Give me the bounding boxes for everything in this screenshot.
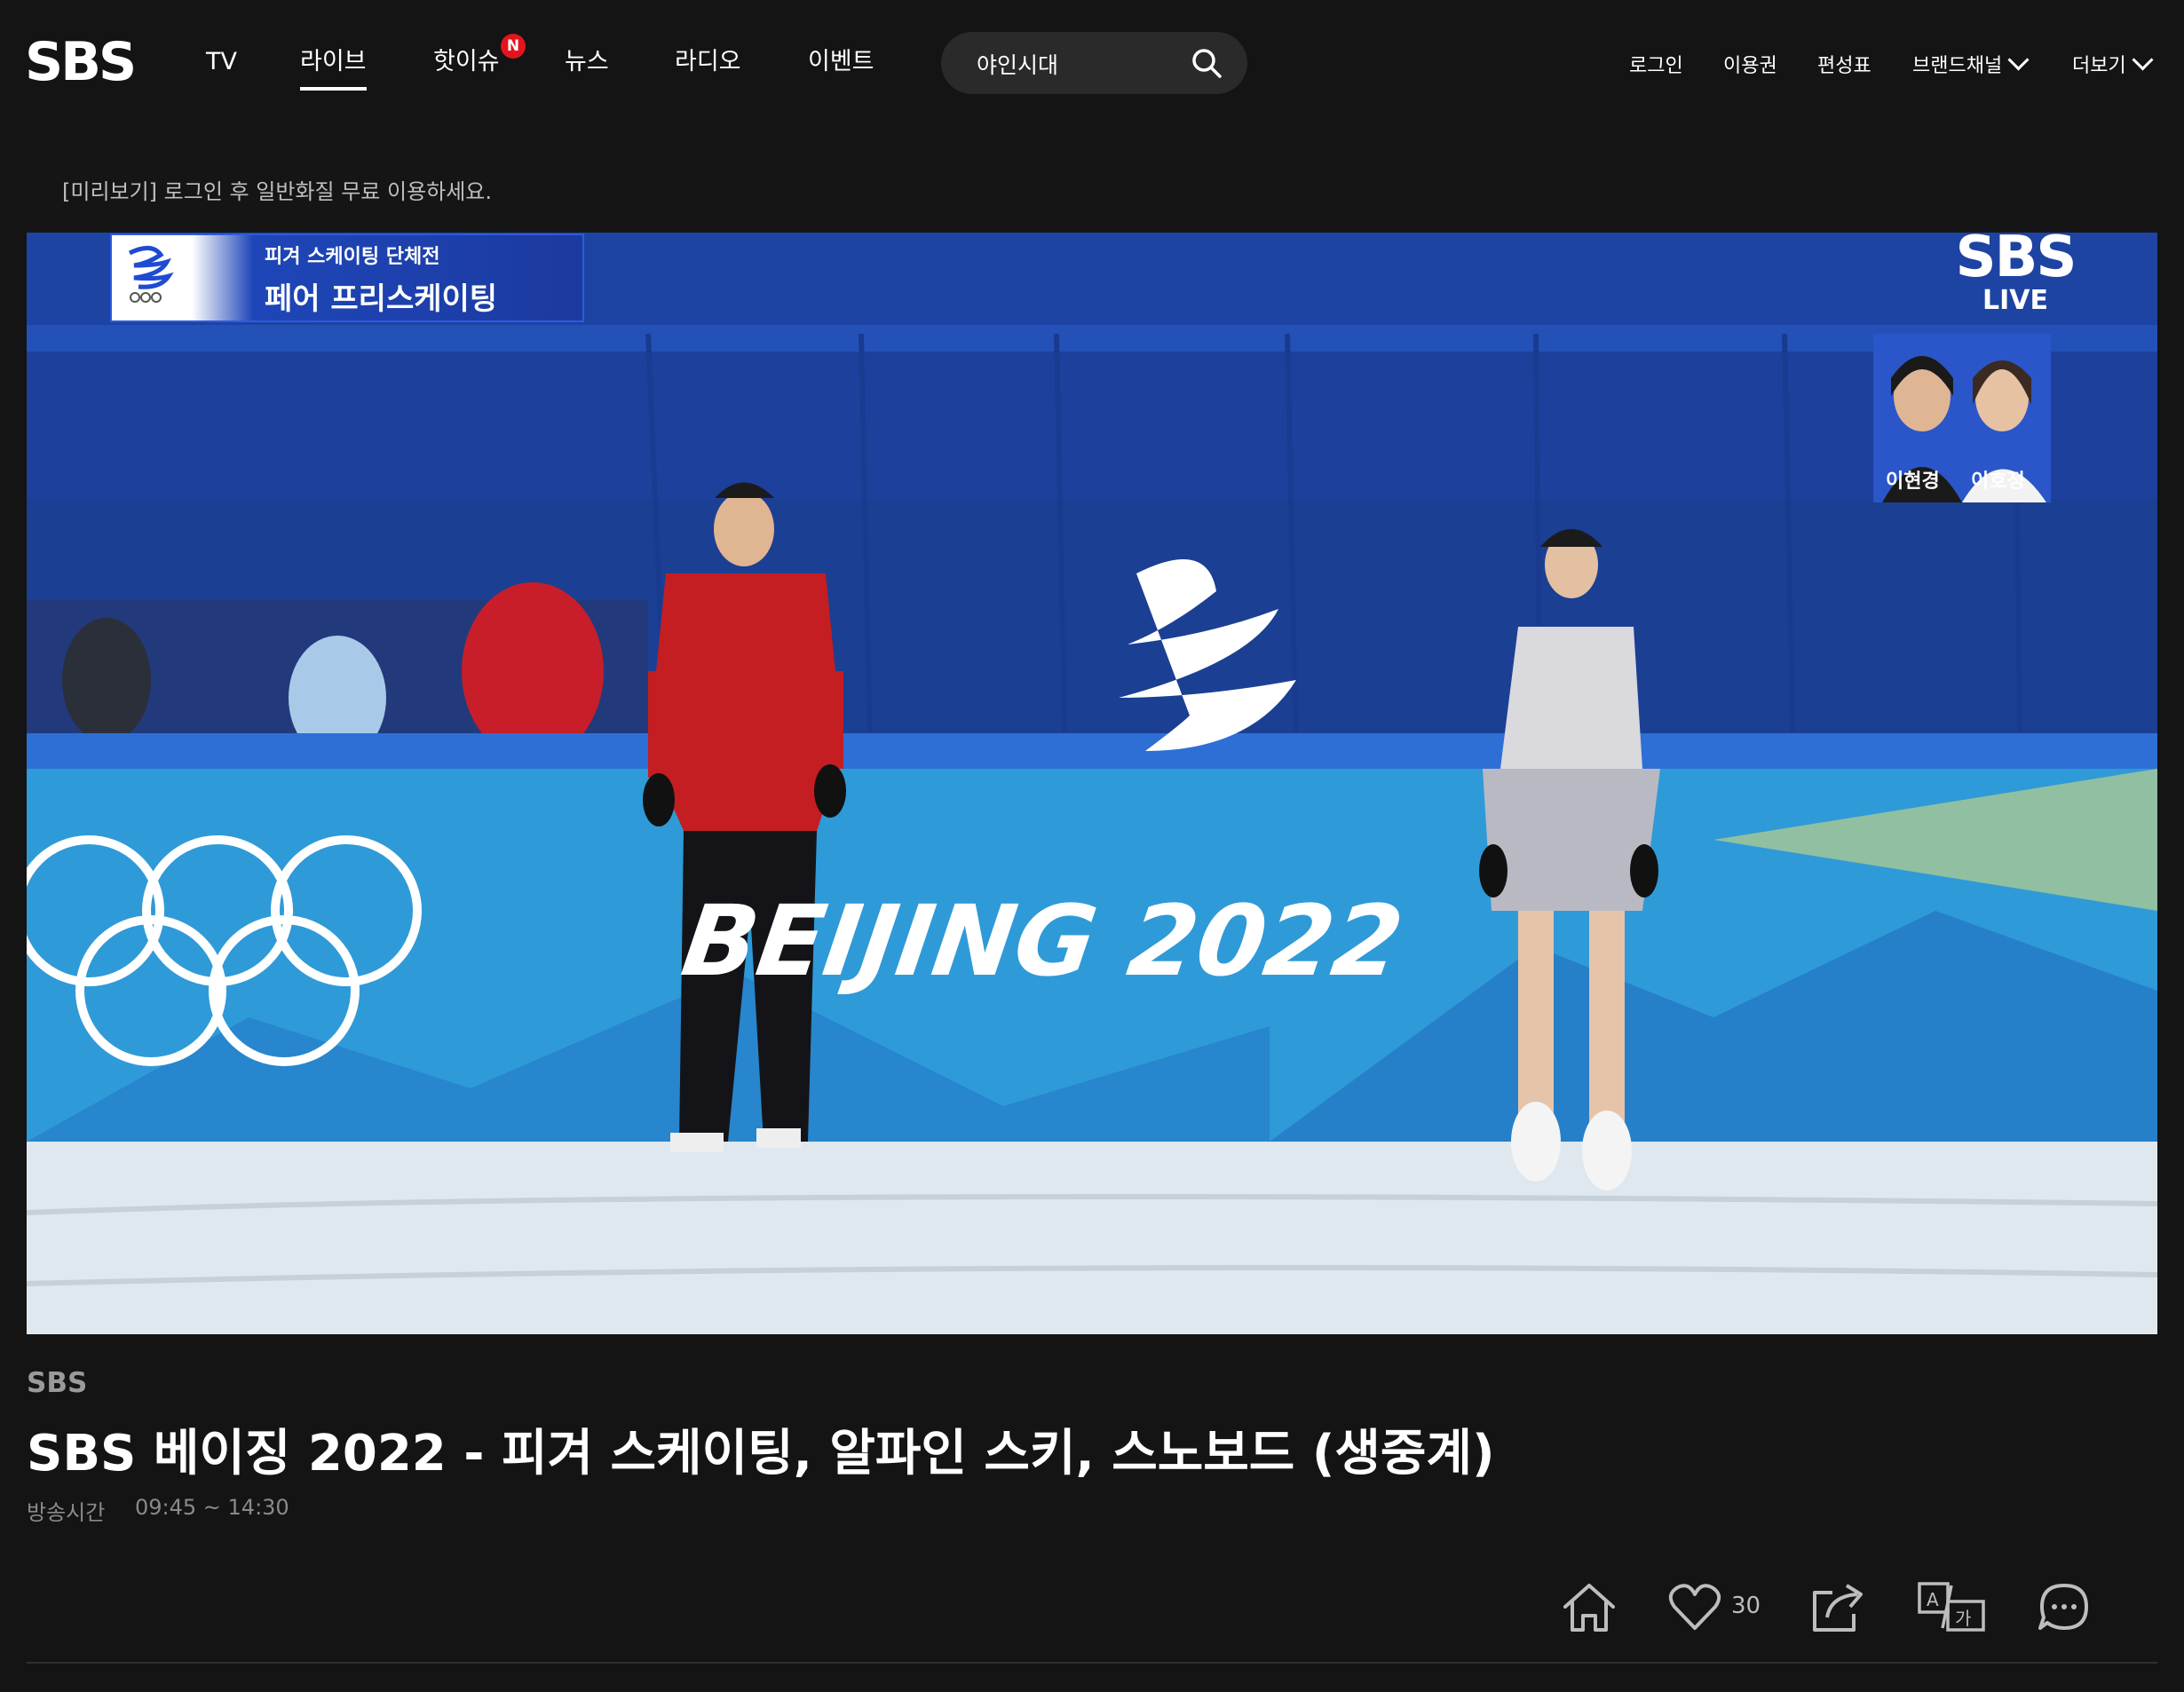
ticket-link[interactable]: 이용권: [1723, 50, 1777, 78]
nav-item-radio[interactable]: 라디오: [675, 44, 741, 80]
channel-name[interactable]: SBS: [27, 1367, 87, 1399]
video-frame: [27, 233, 2157, 1334]
event-caption: 피겨 스케이팅 단체전 페어 프리스케이팅: [110, 233, 584, 322]
share-icon[interactable]: [1808, 1580, 1870, 1633]
commentator-name: 이호정: [1971, 470, 2025, 493]
live-label: LIVE: [1982, 285, 2048, 316]
svg-text:가: 가: [1955, 1608, 1971, 1629]
more-menu[interactable]: 더보기: [2072, 49, 2154, 78]
nav-item-event[interactable]: 이벤트: [808, 44, 874, 80]
more-label: 더보기: [2072, 55, 2126, 77]
heart-icon[interactable]: [1667, 1580, 1722, 1633]
login-link[interactable]: 로그인: [1629, 50, 1683, 78]
comment-icon[interactable]: [2037, 1580, 2092, 1633]
schedule-link[interactable]: 편성표: [1817, 50, 1871, 78]
search-icon[interactable]: [1191, 47, 1223, 79]
like-count: 30: [1731, 1593, 1761, 1619]
preview-notice-bar: [미리보기] 로그인 후 일반화질 무료 이용하세요.: [27, 147, 2157, 233]
commentator-name: 이현경: [1886, 470, 1940, 493]
beijing-emblem-icon: [128, 246, 174, 303]
air-time: 09:45 ~ 14:30: [135, 1495, 289, 1520]
section-divider: [27, 1662, 2157, 1664]
caption-event-category: 피겨 스케이팅 단체전: [265, 246, 440, 268]
svg-text:A: A: [1927, 1589, 1939, 1610]
top-header: SBS TV 라이브 핫이슈 N 뉴스 라디오 이벤트 로그인 이용권 편성표 …: [0, 0, 2184, 133]
preview-notice: [미리보기] 로그인 후 일반화질 무료 이용하세요.: [62, 179, 493, 204]
search-input[interactable]: [975, 44, 1191, 83]
video-player[interactable]: BEIJING 2022 [미리보기] 로그인 후 일반화질 무료 이용하세요.…: [27, 147, 2157, 1334]
new-badge: N: [501, 34, 526, 59]
brand-channel-menu[interactable]: 브랜드채널: [1912, 49, 2030, 78]
chevron-down-icon: [2132, 49, 2154, 71]
air-time-label: 방송시간: [27, 1500, 106, 1525]
brand-channel-label: 브랜드채널: [1912, 55, 2003, 77]
home-icon[interactable]: [1558, 1580, 1620, 1633]
venue-banner-text: BEIJING 2022: [676, 884, 1410, 998]
nav-item-live[interactable]: 라이브: [300, 44, 367, 91]
chevron-down-icon: [2007, 49, 2030, 71]
caption-event-name: 페어 프리스케이팅: [265, 281, 498, 317]
search-box: [941, 32, 1247, 94]
broadcaster-logo: SBS: [1955, 225, 2077, 290]
program-title: SBS 베이징 2022 - 피겨 스케이팅, 알파인 스키, 스노보드 (생중…: [27, 1425, 1495, 1482]
nav-item-hot-issue[interactable]: 핫이슈: [433, 44, 500, 80]
nav-item-news[interactable]: 뉴스: [565, 44, 609, 80]
commentator-window: 이현경 이호정: [1873, 334, 2051, 502]
translate-icon[interactable]: A 가: [1916, 1580, 1987, 1633]
sbs-logo[interactable]: SBS: [25, 34, 137, 91]
nav-item-tv[interactable]: TV: [206, 44, 237, 80]
broadcaster-bug: SBS LIVE: [1918, 229, 2113, 316]
